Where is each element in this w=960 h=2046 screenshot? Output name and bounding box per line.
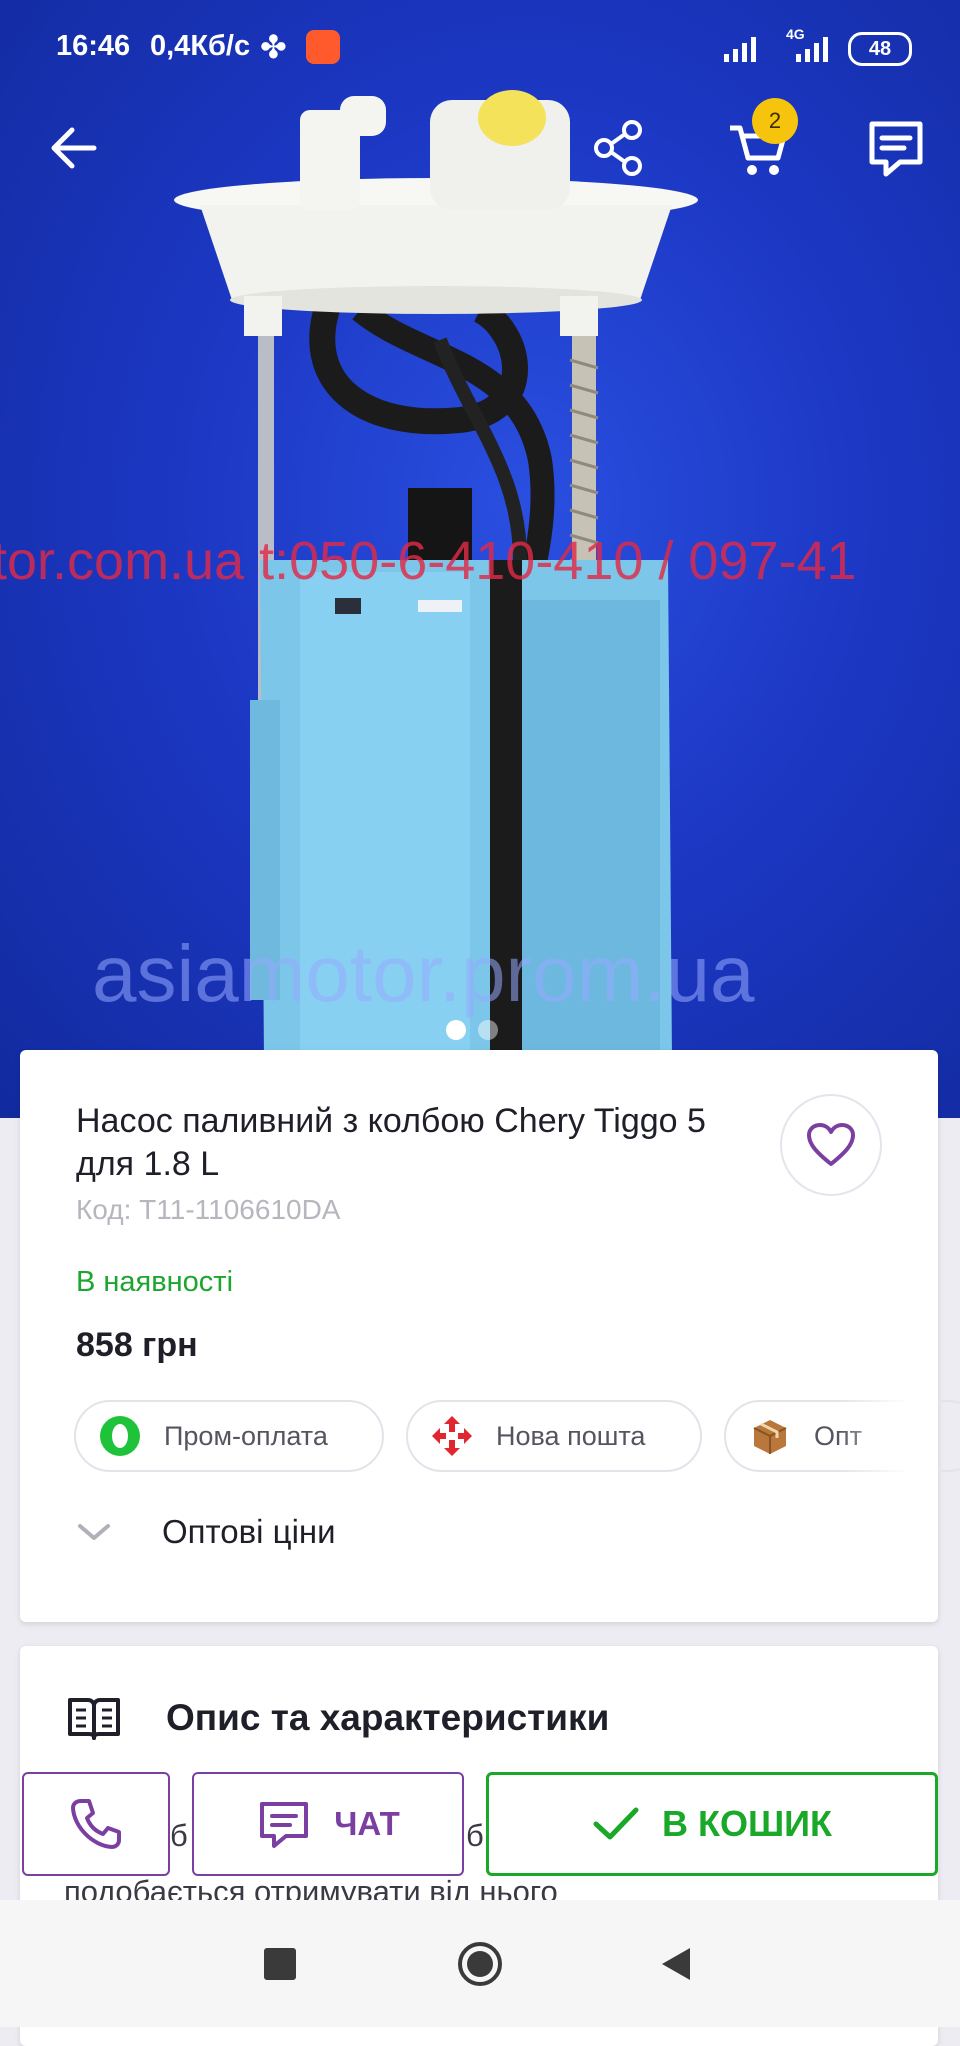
signal-4g-icon bbox=[796, 37, 828, 62]
status-bar: 16:46 0,4Кб/с ✤ 4G 48 bbox=[0, 0, 960, 92]
description-text-fragment: б bbox=[170, 1818, 188, 1853]
wholesale-prices-toggle[interactable]: Оптові ціни bbox=[76, 1502, 336, 1562]
chat-bubble-icon bbox=[260, 1802, 309, 1848]
package-icon bbox=[753, 1420, 787, 1454]
back-triangle-icon[interactable] bbox=[652, 1940, 700, 1988]
status-network-speed: 0,4Кб/с bbox=[150, 30, 251, 62]
product-price: 858 грн bbox=[76, 1326, 198, 1364]
product-sku: Код: T11-1106610DA bbox=[76, 1194, 341, 1225]
system-navigation-bar bbox=[0, 1900, 960, 2027]
recents-square-icon[interactable] bbox=[256, 1940, 304, 1988]
checkmark-icon bbox=[593, 1807, 639, 1840]
watermark-site: asiamotor.prom.ua bbox=[92, 929, 755, 1018]
description-text-fragment: б bbox=[466, 1818, 484, 1853]
pager-dot-active[interactable] bbox=[446, 1020, 466, 1040]
description-header[interactable]: Опис та характеристики bbox=[66, 1694, 609, 1742]
watermark-contacts: tor.com.ua t:050-6-410-410 / 097-41 bbox=[0, 531, 857, 591]
wholesale-prices-label: Оптові ціни bbox=[162, 1513, 336, 1550]
chip-payment-label: Пром-оплата bbox=[164, 1420, 328, 1451]
add-to-cart-button[interactable]: В КОШИК bbox=[486, 1772, 938, 1876]
book-icon bbox=[68, 1698, 120, 1740]
gallery-pager bbox=[446, 1020, 510, 1045]
availability-status: В наявності bbox=[76, 1266, 234, 1298]
call-button[interactable] bbox=[22, 1772, 170, 1876]
chevron-down-icon bbox=[78, 1524, 110, 1540]
chat-button-label: ЧАТ bbox=[334, 1805, 400, 1842]
app-notification-icon bbox=[306, 30, 340, 64]
prom-payment-icon bbox=[100, 1416, 140, 1456]
share-icon[interactable] bbox=[582, 112, 654, 184]
add-to-cart-label: В КОШИК bbox=[662, 1803, 832, 1844]
phone-icon bbox=[71, 1799, 121, 1849]
battery-indicator: 48 bbox=[848, 32, 912, 66]
chat-list-icon[interactable] bbox=[860, 112, 932, 184]
nova-poshta-icon bbox=[432, 1416, 472, 1456]
heart-icon bbox=[807, 1123, 855, 1166]
back-arrow-icon[interactable] bbox=[38, 112, 110, 184]
chip-delivery[interactable]: Нова пошта bbox=[406, 1400, 702, 1472]
favorite-button[interactable] bbox=[780, 1094, 882, 1196]
cart-count-badge: 2 bbox=[752, 98, 798, 144]
description-title: Опис та характеристики bbox=[166, 1697, 610, 1738]
pager-dot[interactable] bbox=[478, 1020, 498, 1040]
product-image-gallery[interactable]: 16:46 0,4Кб/с ✤ 4G 48 2 tor.com.ua t:050… bbox=[0, 0, 960, 1118]
status-time: 16:46 bbox=[56, 30, 131, 62]
product-info-card: Насос паливний з колбою Chery Tiggo 5 дл… bbox=[20, 1050, 960, 1622]
chips-fade-overlay bbox=[840, 1394, 938, 1478]
signal-icon bbox=[724, 37, 756, 62]
chip-delivery-label: Нова пошта bbox=[496, 1420, 646, 1451]
chat-button[interactable]: ЧАТ bbox=[192, 1772, 464, 1876]
fan-icon: ✤ bbox=[260, 29, 287, 65]
chip-payment[interactable]: Пром-оплата bbox=[74, 1400, 384, 1472]
home-circle-icon[interactable] bbox=[456, 1940, 504, 1988]
product-title: Насос паливний з колбою Chery Tiggo 5 дл… bbox=[76, 1102, 706, 1183]
